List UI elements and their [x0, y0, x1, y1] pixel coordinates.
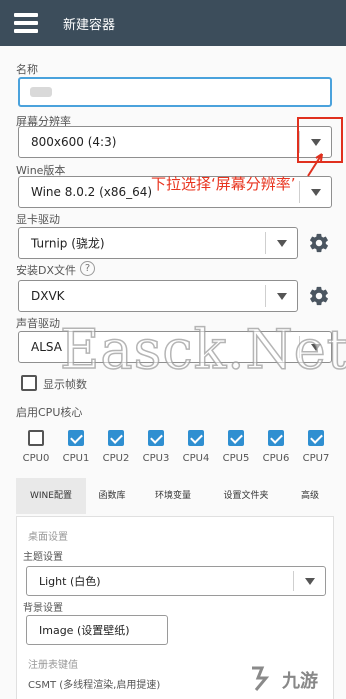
chevron-down-icon[interactable]: [265, 285, 297, 307]
resolution-select[interactable]: 800x600 (4:3): [18, 126, 332, 158]
container-name-input[interactable]: [18, 77, 332, 107]
audio-driver-label: 声音驱动: [16, 317, 60, 330]
page-title: 新建容器: [63, 18, 116, 33]
jiuyou-logo-icon: [252, 666, 270, 691]
background-label: 背景设置: [23, 603, 63, 614]
chevron-down-icon[interactable]: [265, 232, 297, 254]
config-tabs: WINE配置 函数库 环境变量 设置文件夹 高级: [16, 478, 334, 514]
chevron-down-icon[interactable]: [299, 181, 331, 203]
cpu-core-label: CPU5: [222, 453, 250, 464]
cpu-core-checkbox[interactable]: [188, 430, 204, 446]
background-value: Image (设置壁纸): [39, 624, 130, 637]
cpu-core-label: CPU6: [262, 453, 290, 464]
app-bar: 新建容器: [0, 0, 346, 46]
cpu-core-label: CPU1: [62, 453, 90, 464]
gpu-settings-gear-icon[interactable]: [308, 232, 330, 254]
cpu-core-label: CPU0: [22, 453, 50, 464]
theme-select[interactable]: Light (白色): [26, 566, 326, 596]
dx-label: 安装DX文件: [16, 264, 77, 277]
csmt-label: CSMT (多线程渲染,启用提速): [28, 680, 161, 691]
tab-folders[interactable]: 设置文件夹: [206, 478, 286, 514]
annotation-arrow-icon: [307, 153, 323, 177]
watermark-text: Easck.Net: [59, 317, 346, 382]
annotation-text: 下拉选择‘屏幕分辨率’: [151, 175, 296, 193]
desktop-settings-section: 桌面设置: [28, 532, 68, 543]
chevron-down-icon[interactable]: [293, 571, 325, 591]
name-value-blurred: [30, 87, 52, 97]
name-label: 名称: [16, 63, 38, 76]
cpu-core-checkbox[interactable]: [148, 430, 164, 446]
cpu-core-checkbox[interactable]: [108, 430, 124, 446]
theme-label: 主题设置: [23, 552, 63, 563]
tab-advanced[interactable]: 高级: [286, 478, 334, 514]
cpu-core-checkbox[interactable]: [68, 430, 84, 446]
site-logo-text: 九游: [282, 671, 318, 692]
theme-value: Light (白色): [39, 575, 101, 588]
resolution-value: 800x600 (4:3): [31, 135, 117, 149]
wine-version-value: Wine 8.0.2 (x86_64): [31, 185, 153, 199]
gpu-driver-value: Turnip (骁龙): [31, 236, 105, 251]
tab-libraries[interactable]: 函数库: [86, 478, 138, 514]
cpu-core-checkbox[interactable]: [268, 430, 284, 446]
help-icon[interactable]: ?: [80, 261, 95, 276]
cpu-cores-label: 启用CPU核心: [16, 406, 83, 419]
cpu-core-checkbox[interactable]: [308, 430, 324, 446]
audio-driver-value: ALSA: [31, 340, 62, 354]
cpu-core-label: CPU2: [102, 453, 130, 464]
show-fps-checkbox[interactable]: [21, 375, 37, 391]
cpu-core-checkbox[interactable]: [28, 430, 44, 446]
background-select[interactable]: Image (设置壁纸): [26, 615, 168, 645]
gpu-driver-label: 显卡驱动: [16, 213, 60, 226]
cpu-core-label: CPU7: [302, 453, 330, 464]
dx-select[interactable]: DXVK: [18, 280, 298, 312]
cpu-core-label: CPU4: [182, 453, 210, 464]
cpu-core-checkbox[interactable]: [228, 430, 244, 446]
hamburger-menu-icon[interactable]: [14, 13, 38, 33]
gpu-driver-select[interactable]: Turnip (骁龙): [18, 227, 298, 259]
tab-wine-config[interactable]: WINE配置: [16, 478, 86, 514]
cpu-core-label: CPU3: [142, 453, 170, 464]
tab-env-vars[interactable]: 环境变量: [142, 478, 204, 514]
registry-section: 注册表键值: [28, 660, 78, 671]
dx-settings-gear-icon[interactable]: [308, 285, 330, 307]
dx-value: DXVK: [31, 289, 65, 303]
